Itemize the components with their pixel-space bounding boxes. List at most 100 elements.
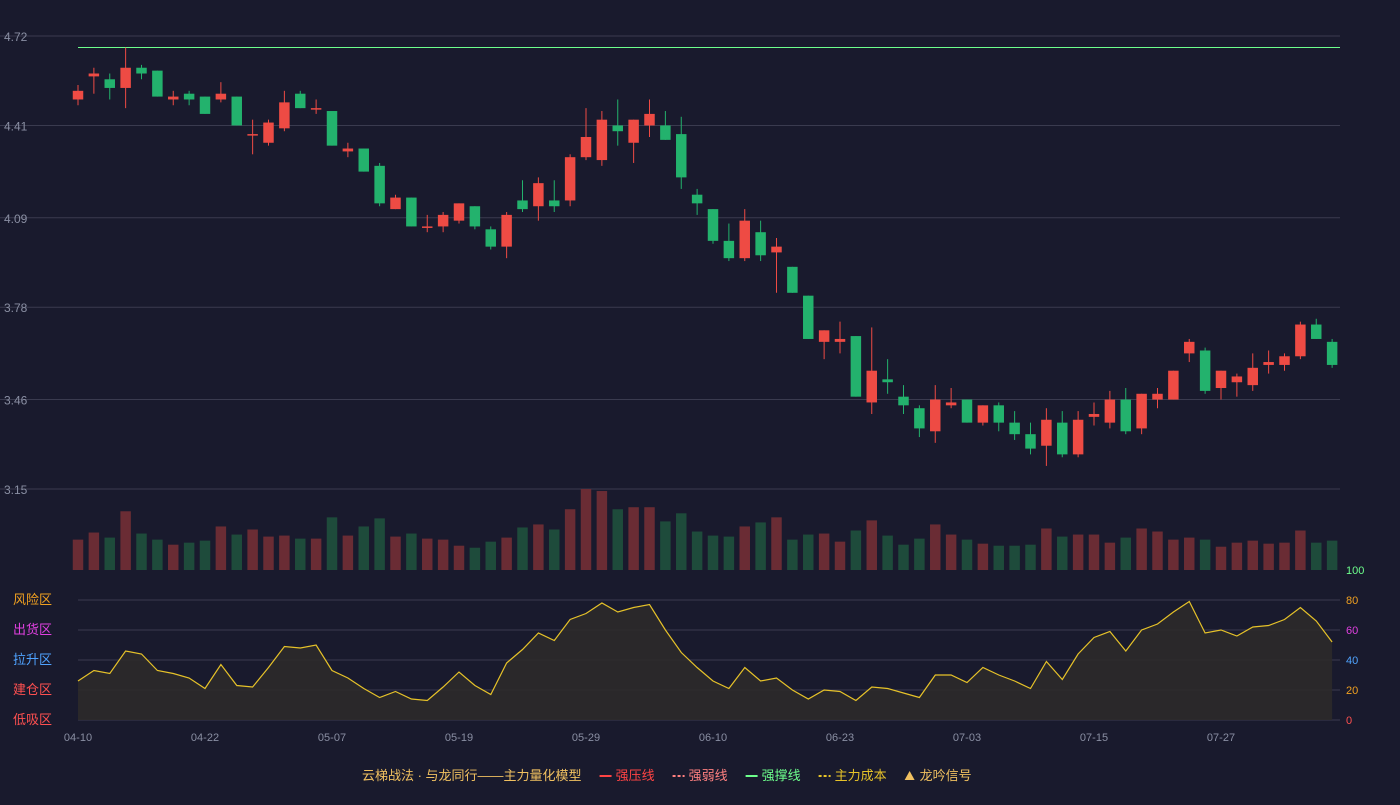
volume-bar (247, 529, 258, 570)
x-tick-label: 06-10 (699, 732, 727, 744)
volume-bar (501, 537, 512, 570)
volume-bar (1104, 542, 1116, 570)
candle-body (945, 402, 957, 406)
volume-bar (1041, 528, 1052, 570)
candle-body (406, 197, 417, 227)
candle-body (1041, 419, 1052, 446)
legend-label: 龙吟信号 (920, 768, 972, 783)
legend-label: 云梯战法 · 与龙同行——主力量化模型 (362, 768, 582, 783)
x-tick-label: 05-19 (445, 732, 473, 744)
candle-body (1326, 341, 1338, 365)
volume-bar (533, 524, 544, 570)
candle-body (247, 134, 258, 136)
candle-body (755, 232, 766, 256)
volume-bar (263, 536, 274, 570)
volume-bar (422, 538, 433, 570)
volume-bar (168, 544, 179, 570)
volume-bar (628, 507, 639, 570)
candle-body (104, 79, 115, 88)
candle-body (564, 157, 576, 201)
candle-body (1088, 413, 1100, 417)
candle-body (676, 134, 687, 178)
volume-bar (469, 547, 481, 570)
volume-bar (1231, 542, 1243, 570)
volume-bar (295, 538, 306, 570)
candle-body (914, 408, 925, 429)
candle-body (1215, 370, 1227, 389)
candle-body (374, 165, 385, 204)
candle-body (739, 220, 750, 259)
candle-body (993, 405, 1004, 423)
volume-bar (580, 489, 592, 570)
candle-body (183, 93, 195, 100)
candle-body (596, 119, 608, 161)
candle-body (72, 90, 84, 100)
candle-body (707, 209, 719, 241)
volume-bar (517, 527, 528, 570)
volume-bar (310, 538, 322, 570)
price-tick-label: 4.41 (4, 119, 28, 133)
candle-body (866, 370, 877, 403)
candle-body (660, 125, 671, 140)
volume-bar (612, 509, 623, 570)
candle-body (422, 226, 433, 228)
volume-bar (1199, 539, 1211, 570)
volume-bar (723, 536, 735, 570)
oscillator-tick-label: 80 (1346, 595, 1358, 607)
candle-body (787, 266, 798, 293)
oscillator-tick-label: 20 (1346, 685, 1358, 697)
candle-body (961, 399, 973, 423)
candle-body (437, 214, 449, 227)
volume-bar (485, 541, 496, 570)
volume-bar (437, 539, 449, 570)
volume-bar (453, 545, 465, 570)
legend-label: 主力成本 (835, 768, 887, 783)
volume-bar (691, 531, 703, 570)
volume-bar (1184, 537, 1195, 570)
volume-bar (88, 532, 100, 570)
volume-bar (104, 537, 115, 570)
volume-bar (215, 526, 227, 570)
chart-stage: 4.72 4.41 4.09 3.78 3.46 3.15 风险区 出货区 拉升区 建仓区 低吸区 1… (0, 0, 1400, 800)
volume-bar (1025, 544, 1036, 570)
candle-body (1184, 341, 1195, 354)
volume-bar (898, 544, 909, 570)
volume-bar (1295, 530, 1306, 570)
volume-bar (358, 526, 369, 570)
candle-body (882, 379, 893, 383)
x-tick-label: 07-15 (1080, 732, 1108, 744)
candle-body (1072, 419, 1084, 455)
candle-body (1104, 399, 1116, 423)
price-tick-label: 4.09 (4, 212, 28, 226)
candle-body (1199, 350, 1211, 391)
oscillator-tick-label: 0 (1346, 715, 1352, 727)
candle-body (88, 73, 100, 77)
volume-bar (374, 518, 385, 570)
candle-body (723, 240, 735, 259)
candle-body (326, 111, 338, 146)
volume-bars (72, 489, 1338, 570)
candle-body (1009, 422, 1020, 435)
candle-body (549, 200, 560, 207)
volume-bar (993, 545, 1004, 570)
volume-bar (787, 539, 798, 570)
volume-bar (199, 540, 211, 570)
volume-bar (183, 542, 195, 570)
volume-bar (390, 536, 401, 570)
volume-bar (1152, 531, 1163, 570)
oscillator-area (78, 601, 1333, 720)
candle-body (691, 194, 703, 204)
legend-label: 强撑线 (762, 768, 801, 783)
candle-body (1279, 356, 1290, 365)
oscillator-tick-label: 40 (1346, 655, 1358, 667)
oscillator-zone-label: 建仓区 (13, 682, 52, 697)
candle-body (152, 70, 163, 97)
candle-body (1295, 324, 1306, 357)
candle-body (168, 96, 179, 100)
volume-bar (279, 535, 290, 570)
volume-bar (818, 533, 830, 570)
candle-body (834, 338, 846, 342)
volume-bar (1136, 528, 1147, 570)
candle-body (279, 102, 290, 129)
candle-body (453, 203, 465, 221)
